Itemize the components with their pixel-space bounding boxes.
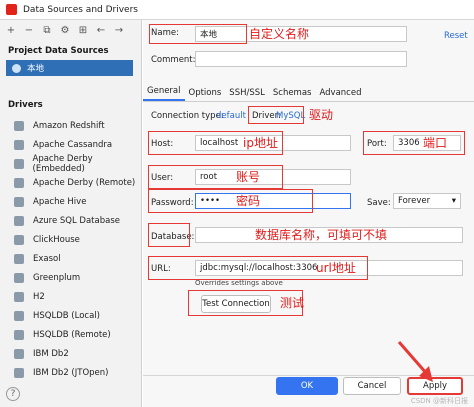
driver-list: Amazon Redshift Apache Cassandra Apache … [0,116,142,382]
driver-label: Apache Hive [33,196,87,207]
driver-icon [14,310,24,321]
driver-label: Apache Derby (Remote) [33,177,136,188]
app-icon [6,4,17,15]
copy-icon[interactable]: ⧉ [42,26,52,36]
reset-link[interactable]: Reset [444,31,468,41]
database-annotation-box [148,223,190,247]
driver-label: HSQLDB (Remote) [33,329,111,340]
url-annotation: url地址 [316,261,356,275]
driver-label: ClickHouse [33,234,80,245]
name-annotation: 自定义名称 [249,27,310,41]
tree-icon[interactable]: ⊞ [78,26,88,36]
driver-item[interactable]: Apache Cassandra [0,135,142,154]
drivers-header: Drivers [8,100,43,110]
driver-item[interactable]: Apache Derby (Remote) [0,173,142,192]
tab-general[interactable]: General [143,86,185,101]
user-annotation: 账号 [236,170,261,184]
database-icon [12,63,21,73]
driver-item[interactable]: IBM Db2 [0,344,142,363]
driver-icon [14,158,24,169]
driver-item[interactable]: Apache Derby (Embedded) [0,153,142,174]
settings-icon[interactable]: ⚙ [60,26,70,36]
driver-icon [14,215,24,226]
data-source-label: 本地 [27,64,45,74]
save-select[interactable]: Forever ▾ [393,193,461,209]
driver-icon [14,177,24,188]
user-annotation-box [148,165,283,189]
left-panel: + − ⧉ ⚙ ⊞ ← → Project Data Sources 本地 Dr… [0,20,142,407]
driver-item[interactable]: Azure SQL Database [0,211,142,230]
driver-icon [14,139,24,150]
chevron-down-icon: ▾ [451,196,456,206]
driver-annotation: 驱动 [309,108,334,122]
watermark: CSDN @新科日报 [410,397,468,405]
project-data-sources-header: Project Data Sources [8,46,109,56]
port-annotation-box [363,131,465,155]
driver-label: Exasol [33,253,61,264]
driver-icon [14,196,24,207]
driver-item[interactable]: Apache Hive [0,192,142,211]
forward-icon[interactable]: → [114,26,124,36]
window-title: Data Sources and Drivers [23,4,138,15]
left-toolbar: + − ⧉ ⚙ ⊞ ← → [0,20,141,42]
tab-schemas[interactable]: Schemas [269,88,316,101]
test-annotation: 测试 [280,296,305,310]
connection-type-value[interactable]: default [216,111,246,121]
driver-annotation-box [248,106,304,124]
help-icon[interactable]: ? [6,387,20,401]
comment-label: Comment: [151,55,196,65]
driver-icon [14,367,24,378]
driver-label: Apache Cassandra [33,139,113,150]
driver-icon [14,329,24,340]
driver-icon [14,291,24,302]
host-annotation: ip地址 [243,136,278,150]
driver-item[interactable]: HSQLDB (Local) [0,306,142,325]
port-annotation: 端口 [423,136,448,150]
driver-label: H2 [33,291,45,302]
driver-icon [14,234,24,245]
driver-label: Azure SQL Database [33,215,120,226]
add-icon[interactable]: + [6,26,16,36]
password-annotation-box [148,189,313,213]
driver-item[interactable]: IBM Db2 (JTOpen) [0,363,142,382]
right-panel: Name: 本地 Reset 自定义名称 Comment: General Op… [143,20,474,407]
password-annotation: 密码 [236,194,261,208]
tab-options[interactable]: Options [185,88,226,101]
driver-item[interactable]: HSQLDB (Remote) [0,325,142,344]
title-bar: Data Sources and Drivers [0,0,474,20]
driver-item[interactable]: ClickHouse [0,230,142,249]
driver-label: IBM Db2 [33,348,69,359]
save-label: Save: [367,198,391,208]
data-source-item[interactable]: 本地 [6,60,133,76]
driver-item[interactable]: H2 [0,287,142,306]
arrow-icon [397,341,433,382]
driver-item[interactable]: Exasol [0,249,142,268]
driver-icon [14,253,24,264]
driver-icon [14,120,24,131]
save-value: Forever [398,196,431,206]
name-annotation-box [149,24,247,44]
driver-icon [14,272,24,283]
driver-item[interactable]: Greenplum [0,268,142,287]
connection-type-label: Connection type: [151,111,224,121]
tab-advanced[interactable]: Advanced [315,88,365,101]
driver-item[interactable]: Amazon Redshift [0,116,142,135]
url-note: Overrides settings above [195,279,283,287]
driver-label: Amazon Redshift [33,120,105,131]
driver-icon [14,348,24,359]
tab-ssh-ssl[interactable]: SSH/SSL [225,88,269,101]
back-icon[interactable]: ← [96,26,106,36]
driver-label: Greenplum [33,272,81,283]
tab-bar: General Options SSH/SSL Schemas Advanced [143,86,474,102]
database-annotation: 数据库名称，可填可不填 [255,228,388,242]
driver-label: Apache Derby (Embedded) [32,153,93,174]
comment-field[interactable] [195,51,407,67]
ok-button[interactable]: OK [276,377,338,395]
driver-label: IBM Db2 (JTOpen) [33,367,109,378]
remove-icon[interactable]: − [24,26,34,36]
driver-label: HSQLDB (Local) [33,310,100,321]
